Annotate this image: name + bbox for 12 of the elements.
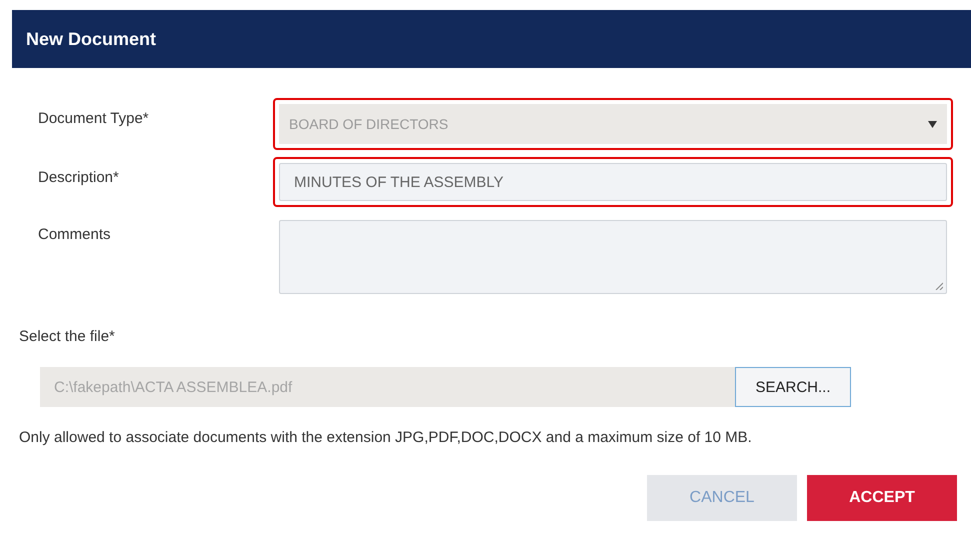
description-field[interactable]: MINUTES OF THE ASSEMBLY xyxy=(279,163,947,201)
field-label: Description* xyxy=(38,168,120,186)
caret-icon xyxy=(928,120,937,128)
accept-button[interactable]: ACCEPT xyxy=(807,475,957,521)
comments-field[interactable] xyxy=(279,220,947,294)
file-label: Select the file* xyxy=(19,328,116,345)
field-label: Document Type* xyxy=(38,109,150,127)
file-note: Only allowed to associate documents with the extension JPG,PDF,DOC,DOCX and a maximum size of 10 MB. xyxy=(19,429,753,446)
search-button[interactable]: SEARCH... xyxy=(735,367,851,407)
resize-handle-icon[interactable] xyxy=(935,282,943,290)
dialog-title: New Document xyxy=(26,28,156,50)
field-label: Comments xyxy=(38,225,112,243)
